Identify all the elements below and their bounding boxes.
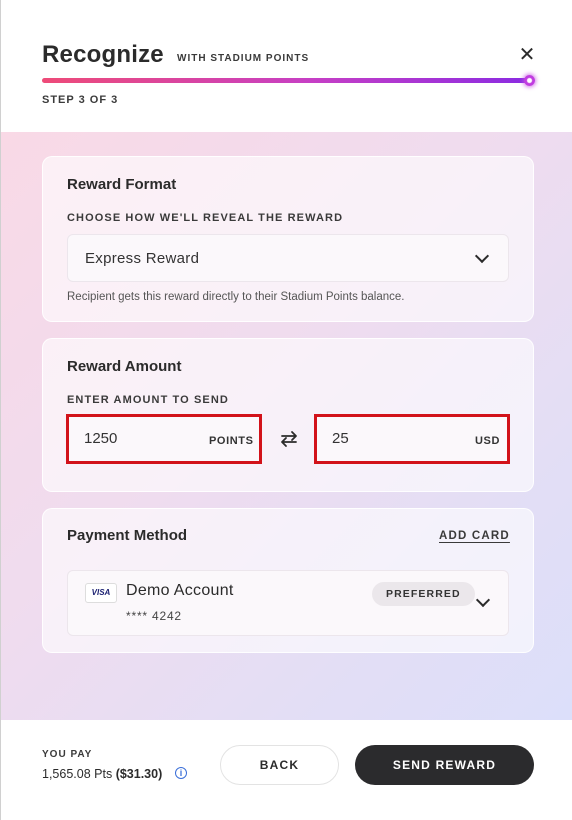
reward-amount-label: ENTER AMOUNT TO SEND	[67, 394, 229, 406]
usd-value: 25	[332, 430, 349, 447]
payment-method-card: Payment Method ADD CARD VISA Demo Accoun…	[42, 508, 534, 653]
payment-method-select[interactable]: VISA Demo Account **** 4242 PREFERRED	[67, 570, 509, 636]
modal-header: Recognize WITH STADIUM POINTS ✕ STEP 3 O…	[0, 0, 572, 132]
payment-method-title: Payment Method	[67, 527, 188, 544]
reward-amount-card: Reward Amount ENTER AMOUNT TO SEND 1250 …	[42, 338, 534, 492]
progress-bar	[42, 75, 535, 86]
chevron-down-icon[interactable]	[475, 592, 491, 608]
modal-body: Reward Format CHOOSE HOW WE'LL REVEAL TH…	[0, 132, 572, 720]
modal-footer: YOU PAY 1,565.08 Pts ($31.30) i BACK SEN…	[0, 720, 572, 820]
swap-arrows-icon[interactable]	[277, 427, 301, 451]
step-indicator: STEP 3 OF 3	[42, 94, 119, 106]
reward-format-value: Express Reward	[85, 250, 200, 267]
account-number: **** 4242	[126, 609, 182, 623]
you-pay-points: 1,565.08 Pts	[42, 767, 113, 781]
usd-unit: USD	[475, 435, 501, 447]
send-reward-button[interactable]: SEND REWARD	[355, 745, 534, 785]
you-pay-amount: 1,565.08 Pts ($31.30)	[42, 767, 162, 781]
usd-input[interactable]: 25 USD	[314, 414, 510, 464]
back-button[interactable]: BACK	[220, 745, 339, 785]
points-value: 1250	[84, 430, 118, 447]
page-title: Recognize	[42, 41, 164, 68]
reward-format-card: Reward Format CHOOSE HOW WE'LL REVEAL TH…	[42, 156, 534, 322]
points-unit: POINTS	[209, 435, 254, 447]
info-icon[interactable]: i	[175, 767, 187, 779]
progress-fill	[42, 78, 532, 83]
reward-format-helper: Recipient gets this reward directly to t…	[67, 291, 405, 303]
reward-format-select[interactable]: Express Reward	[67, 234, 509, 282]
preferred-badge: PREFERRED	[372, 582, 475, 606]
progress-knob	[524, 75, 535, 86]
close-icon[interactable]: ✕	[516, 44, 538, 66]
page-subtitle: WITH STADIUM POINTS	[177, 53, 310, 64]
visa-card-icon: VISA	[85, 583, 117, 603]
reward-format-label: CHOOSE HOW WE'LL REVEAL THE REWARD	[67, 212, 344, 224]
reward-amount-title: Reward Amount	[67, 358, 182, 375]
account-name: Demo Account	[126, 582, 234, 599]
add-card-link[interactable]: ADD CARD	[439, 530, 510, 542]
you-pay-label: YOU PAY	[42, 749, 93, 760]
reward-format-title: Reward Format	[67, 176, 177, 193]
you-pay-usd: ($31.30)	[115, 767, 163, 781]
chevron-down-icon	[474, 248, 490, 264]
points-input[interactable]: 1250 POINTS	[66, 414, 262, 464]
